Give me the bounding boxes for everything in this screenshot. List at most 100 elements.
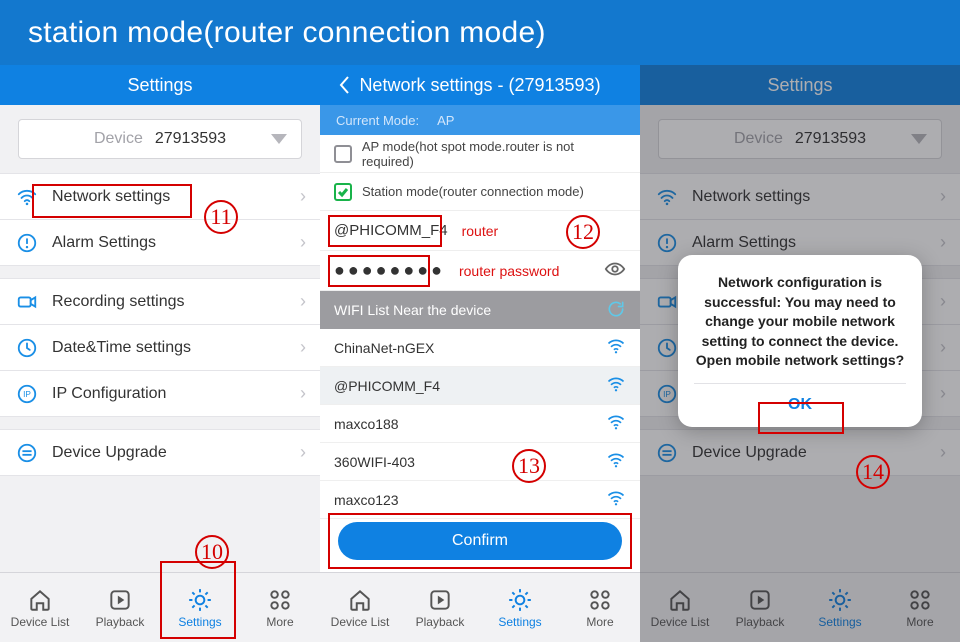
wifi-list: ChinaNet-nGEX @PHICOMM_F4 maxco188 360WI…	[320, 329, 640, 519]
ssid-value: @PHICOMM_F4	[334, 222, 448, 239]
device-label: Device	[94, 130, 143, 148]
row-ip-configuration[interactable]: IP IP Configuration ›	[0, 371, 320, 417]
play-icon	[107, 587, 133, 613]
wifi-ssid: ChinaNet-nGEX	[334, 340, 434, 356]
row-recording-settings[interactable]: Recording settings ›	[0, 279, 320, 325]
wifi-signal-icon	[606, 412, 626, 435]
alert-ok-wrap: OK	[694, 383, 906, 427]
chevron-right-icon: ›	[300, 186, 306, 207]
wifi-row[interactable]: 360WIFI-403	[320, 443, 640, 481]
back-button[interactable]	[332, 65, 356, 105]
wifi-row[interactable]: maxco188	[320, 405, 640, 443]
ssid-input[interactable]: @PHICOMM_F4 router	[320, 211, 640, 251]
row-label: Alarm Settings	[52, 234, 156, 252]
ip-icon: IP	[16, 383, 38, 405]
banner-title: station mode(router connection mode)	[28, 16, 546, 50]
password-hint: router password	[459, 263, 559, 279]
wifi-icon	[16, 186, 38, 208]
row-datetime-settings[interactable]: Date&Time settings ›	[0, 325, 320, 371]
tabbar: Device List Playback Settings More	[320, 572, 640, 642]
home-icon	[27, 587, 53, 613]
camera-icon	[16, 291, 38, 313]
tab-label: Device List	[331, 615, 390, 629]
tab-more[interactable]: More	[560, 573, 640, 642]
confirm-wrap: Confirm	[320, 512, 640, 570]
chevron-right-icon: ›	[300, 337, 306, 358]
refresh-icon[interactable]	[606, 299, 626, 322]
row-label: IP Configuration	[52, 385, 166, 403]
wifi-row[interactable]: @PHICOMM_F4	[320, 367, 640, 405]
gear-icon	[507, 587, 533, 613]
play-icon	[427, 587, 453, 613]
titlebar-left-label: Settings	[127, 75, 192, 96]
ssid-hint: router	[462, 223, 499, 239]
home-icon	[347, 587, 373, 613]
upgrade-icon	[16, 442, 38, 464]
eye-icon[interactable]	[604, 258, 626, 284]
tab-label: Settings	[498, 615, 541, 629]
alert-dialog: Network configuration is successful: You…	[678, 255, 922, 427]
current-mode-bar: Current Mode: AP	[320, 105, 640, 135]
option-label: Station mode(router connection mode)	[362, 184, 584, 199]
chevron-right-icon: ›	[300, 383, 306, 404]
tab-label: Device List	[11, 615, 70, 629]
wifi-signal-icon	[606, 374, 626, 397]
checkbox-checked-icon	[334, 183, 352, 201]
titlebar-left: Settings	[0, 65, 320, 105]
annotation-num-10: 10	[195, 535, 229, 569]
more-icon	[267, 587, 293, 613]
tab-label: Playback	[416, 615, 465, 629]
tab-playback[interactable]: Playback	[80, 573, 160, 642]
wifi-signal-icon	[606, 488, 626, 511]
row-network-settings[interactable]: Network settings ›	[0, 174, 320, 220]
checkbox-icon	[334, 145, 352, 163]
tab-label: Settings	[178, 615, 221, 629]
wifi-ssid: maxco123	[334, 492, 399, 508]
wifi-list-label: WIFI List Near the device	[334, 302, 491, 318]
option-ap-mode[interactable]: AP mode(hot spot mode.router is not requ…	[320, 135, 640, 173]
titlebar-center-label: Network settings - (27913593)	[359, 75, 600, 96]
panel-settings-left: Settings Device 27913593 Network setting…	[0, 65, 320, 642]
tab-playback[interactable]: Playback	[400, 573, 480, 642]
current-mode-value: AP	[437, 113, 454, 128]
chevron-right-icon: ›	[300, 291, 306, 312]
row-device-upgrade[interactable]: Device Upgrade ›	[0, 430, 320, 476]
device-selector[interactable]: Device 27913593	[18, 119, 302, 159]
tab-label: More	[266, 615, 293, 629]
option-station-mode[interactable]: Station mode(router connection mode)	[320, 173, 640, 211]
tabbar: Device List Playback Settings More	[0, 572, 320, 642]
panels-row: Settings Device 27913593 Network setting…	[0, 65, 960, 642]
tab-label: Playback	[96, 615, 145, 629]
tab-label: More	[586, 615, 613, 629]
chevron-down-icon	[271, 134, 287, 144]
settings-group-2: Recording settings › Date&Time settings …	[0, 278, 320, 417]
alert-message: Network configuration is successful: You…	[694, 273, 906, 371]
alert-ok-button[interactable]: OK	[788, 394, 812, 416]
tab-more[interactable]: More	[240, 573, 320, 642]
wifi-row[interactable]: ChinaNet-nGEX	[320, 329, 640, 367]
row-label: Network settings	[52, 188, 170, 206]
row-label: Device Upgrade	[52, 444, 167, 462]
tab-settings[interactable]: Settings	[160, 573, 240, 642]
device-id: 27913593	[155, 130, 226, 148]
panel-settings-right: Settings Device 27913593 Network setting…	[640, 65, 960, 642]
wifi-ssid: maxco188	[334, 416, 399, 432]
more-icon	[587, 587, 613, 613]
password-masked: ●●●●●●●●	[334, 260, 445, 281]
chevron-right-icon: ›	[300, 232, 306, 253]
wifi-signal-icon	[606, 450, 626, 473]
titlebar-center: Network settings - (27913593)	[320, 65, 640, 105]
row-label: Recording settings	[52, 293, 185, 311]
clock-icon	[16, 337, 38, 359]
settings-group-3: Device Upgrade ›	[0, 429, 320, 476]
tab-settings[interactable]: Settings	[480, 573, 560, 642]
tab-device-list[interactable]: Device List	[320, 573, 400, 642]
password-input[interactable]: ●●●●●●●● router password	[320, 251, 640, 291]
row-alarm-settings[interactable]: Alarm Settings ›	[0, 220, 320, 266]
alert-icon	[16, 232, 38, 254]
wifi-list-header: WIFI List Near the device	[320, 291, 640, 329]
page-banner: station mode(router connection mode)	[0, 0, 960, 65]
row-label: Date&Time settings	[52, 339, 191, 357]
confirm-button[interactable]: Confirm	[338, 522, 622, 560]
tab-device-list[interactable]: Device List	[0, 573, 80, 642]
